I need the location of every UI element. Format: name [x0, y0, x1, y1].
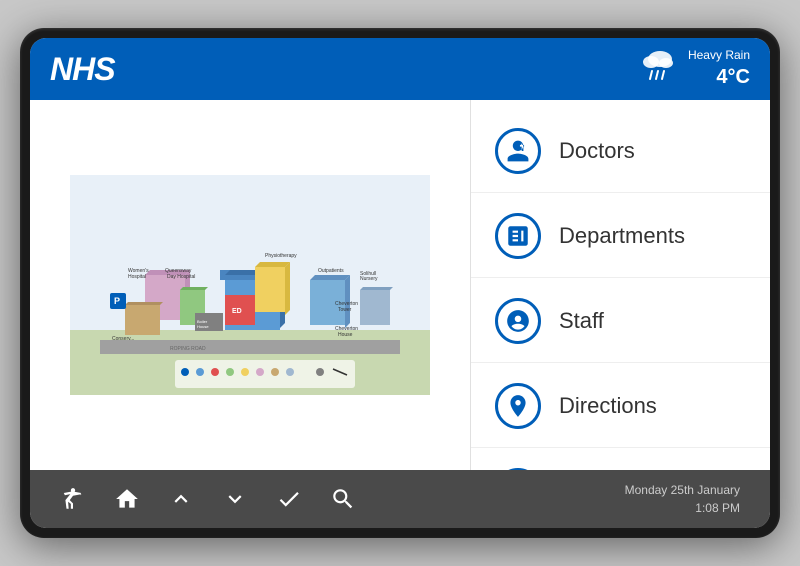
weather-widget: Heavy Rain 4°C — [638, 47, 750, 92]
doctor-icon — [505, 138, 531, 164]
departments-icon-circle — [495, 213, 541, 259]
confirm-button[interactable] — [276, 486, 302, 512]
device-frame: NHS Heavy Rain 4°C — [20, 28, 780, 538]
departments-label: Departments — [559, 223, 685, 249]
menu-item-doctors[interactable]: Doctors — [471, 110, 770, 193]
scroll-down-button[interactable] — [222, 486, 248, 512]
svg-text:Hospital: Hospital — [128, 274, 146, 280]
menu-item-staff[interactable]: Staff — [471, 280, 770, 363]
main-content: ROPING ROAD — [30, 100, 770, 470]
directions-label: Directions — [559, 393, 657, 419]
svg-text:House: House — [338, 332, 353, 338]
footer-datetime: Monday 25th January 1:08 PM — [625, 481, 740, 517]
doctors-label: Doctors — [559, 138, 635, 164]
weather-icon — [638, 47, 678, 90]
home-button[interactable] — [114, 486, 140, 512]
footer-navigation — [60, 486, 356, 512]
staff-icon — [505, 308, 531, 334]
screen: NHS Heavy Rain 4°C — [30, 38, 770, 528]
menu-item-departments[interactable]: Departments — [471, 195, 770, 278]
map-area: ROPING ROAD — [30, 100, 470, 470]
departments-icon — [505, 223, 531, 249]
weather-temperature: 4°C — [688, 63, 750, 91]
nhs-logo: NHS — [50, 51, 115, 88]
search-button[interactable] — [330, 486, 356, 512]
svg-text:P: P — [114, 296, 120, 306]
scroll-up-button[interactable] — [168, 486, 194, 512]
svg-text:House: House — [197, 324, 209, 329]
staff-label: Staff — [559, 308, 604, 334]
directions-icon — [505, 393, 531, 419]
svg-text:ROPING ROAD: ROPING ROAD — [170, 346, 206, 352]
svg-text:Physiotherapy: Physiotherapy — [265, 253, 297, 259]
footer-date: Monday 25th January — [625, 481, 740, 499]
hospital-map: ROPING ROAD — [42, 175, 458, 395]
svg-text:Day Hospital: Day Hospital — [167, 274, 195, 280]
svg-text:Outpatients: Outpatients — [318, 268, 344, 274]
svg-text:Nursery: Nursery — [360, 276, 378, 282]
menu-item-help[interactable]: Help — [471, 450, 770, 470]
svg-text:Tower: Tower — [338, 307, 352, 313]
accessibility-button[interactable] — [60, 486, 86, 512]
doctors-icon-circle — [495, 128, 541, 174]
staff-icon-circle — [495, 298, 541, 344]
footer-time: 1:08 PM — [625, 499, 740, 517]
menu-item-directions[interactable]: Directions — [471, 365, 770, 448]
header: NHS Heavy Rain 4°C — [30, 38, 770, 100]
menu-panel: Doctors Departments — [470, 100, 770, 470]
svg-text:Conserv...: Conserv... — [112, 336, 134, 342]
svg-text:ED: ED — [232, 308, 242, 315]
weather-description: Heavy Rain — [688, 47, 750, 64]
footer: Monday 25th January 1:08 PM — [30, 470, 770, 528]
weather-info: Heavy Rain 4°C — [688, 47, 750, 92]
directions-icon-circle — [495, 383, 541, 429]
